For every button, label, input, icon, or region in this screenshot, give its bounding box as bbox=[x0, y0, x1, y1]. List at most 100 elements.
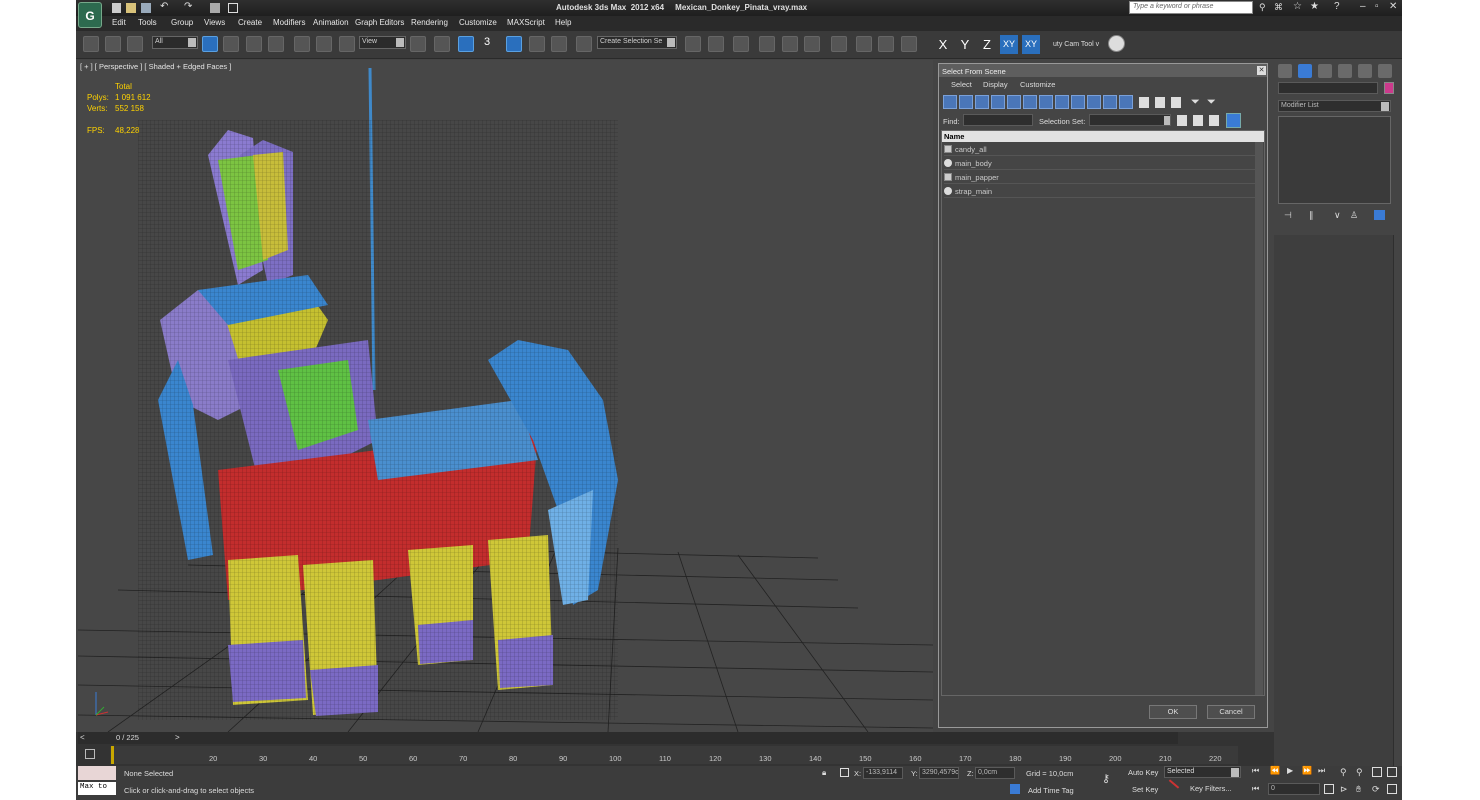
menu-group[interactable]: Group bbox=[171, 18, 193, 27]
filter-helpers-icon[interactable] bbox=[1007, 95, 1021, 109]
axis-constraint-xy[interactable]: XY bbox=[1000, 35, 1018, 54]
help-icon[interactable]: ? bbox=[1334, 1, 1340, 12]
maximize-button[interactable]: ▫ bbox=[1375, 1, 1379, 12]
z-coord-field[interactable]: 0,0cm bbox=[975, 767, 1015, 779]
modifier-stack[interactable] bbox=[1278, 116, 1391, 204]
move-icon[interactable] bbox=[294, 36, 310, 52]
select-and-link-icon[interactable] bbox=[83, 36, 99, 52]
menu-tools[interactable]: Tools bbox=[138, 18, 157, 27]
minimize-button[interactable]: – bbox=[1360, 1, 1366, 12]
subscription-icon[interactable]: ⌘ bbox=[1274, 2, 1283, 13]
select-all-icon[interactable] bbox=[1139, 97, 1149, 108]
filter-funnel-icon[interactable]: ⏷ bbox=[1191, 96, 1200, 109]
dialog-menu-customize[interactable]: Customize bbox=[1020, 80, 1055, 89]
graphite-ribbon-icon[interactable] bbox=[759, 36, 775, 52]
unlink-icon[interactable] bbox=[105, 36, 121, 52]
scale-icon[interactable] bbox=[339, 36, 355, 52]
pin-stack-icon[interactable]: ⊣ bbox=[1284, 210, 1292, 221]
time-slider-track[interactable] bbox=[78, 732, 1178, 744]
dialog-menu-display[interactable]: Display bbox=[983, 80, 1008, 89]
maximize-viewport-icon[interactable] bbox=[1387, 784, 1397, 794]
schematic-view-icon[interactable] bbox=[804, 36, 820, 52]
list-item[interactable]: strap_main bbox=[944, 185, 1256, 198]
align-icon[interactable] bbox=[708, 36, 724, 52]
key-filters-icon[interactable] bbox=[1168, 779, 1180, 789]
create-tab-icon[interactable] bbox=[1278, 64, 1292, 78]
beauty-cam-tool-label[interactable]: uty Cam Tool v bbox=[1053, 41, 1099, 48]
filter-frozen-icon[interactable] bbox=[1103, 95, 1117, 109]
axis-constraint-z[interactable]: Z bbox=[978, 35, 996, 54]
quick-access-save-icon[interactable] bbox=[141, 3, 151, 13]
spinner-snap-icon[interactable] bbox=[551, 36, 567, 52]
menu-create[interactable]: Create bbox=[238, 18, 262, 27]
previous-key-icon[interactable]: ⏪ bbox=[1270, 766, 1280, 775]
auto-key-button[interactable]: Auto Key bbox=[1128, 768, 1158, 777]
quick-access-new-icon[interactable] bbox=[112, 3, 121, 13]
maxscript-listener-mini[interactable] bbox=[78, 766, 116, 780]
list-scrollbar[interactable] bbox=[1255, 142, 1263, 695]
filter-xrefs-icon[interactable] bbox=[1055, 95, 1069, 109]
manipulate-icon[interactable] bbox=[434, 36, 450, 52]
menu-views[interactable]: Views bbox=[204, 18, 225, 27]
redo-icon[interactable]: ↷ bbox=[184, 1, 192, 12]
selection-set-dropdown[interactable] bbox=[1089, 114, 1171, 126]
show-end-result-icon[interactable]: ∥ bbox=[1309, 210, 1314, 221]
frame-counter[interactable]: 0 / 225 bbox=[116, 733, 139, 742]
mirror-icon[interactable] bbox=[685, 36, 701, 52]
project-icon[interactable] bbox=[228, 3, 238, 13]
select-children-icon[interactable] bbox=[1209, 115, 1219, 126]
bind-space-warp-icon[interactable] bbox=[127, 36, 143, 52]
axis-constraint-xy-cycle[interactable]: XY bbox=[1022, 35, 1040, 54]
axis-constraint-y[interactable]: Y bbox=[956, 35, 974, 54]
rendered-frame-window-icon[interactable] bbox=[878, 36, 894, 52]
key-filters-button[interactable]: Key Filters... bbox=[1190, 784, 1232, 793]
next-key-icon[interactable]: ⏩ bbox=[1302, 766, 1312, 775]
search-binoculars-icon[interactable]: ⚲ bbox=[1259, 2, 1266, 13]
time-configuration-icon[interactable] bbox=[1324, 784, 1334, 794]
maxscript-input[interactable]: Max to bbox=[78, 782, 116, 795]
select-invert-icon[interactable] bbox=[1171, 97, 1181, 108]
help-search-input[interactable]: Type a keyword or phrase bbox=[1129, 1, 1253, 14]
object-color-swatch[interactable] bbox=[1384, 82, 1394, 94]
object-name-field[interactable] bbox=[1278, 82, 1378, 94]
curve-editor-icon[interactable] bbox=[782, 36, 798, 52]
hold-icon[interactable] bbox=[210, 3, 220, 13]
menu-animation[interactable]: Animation bbox=[313, 18, 349, 27]
previous-frame-arrow[interactable]: < bbox=[80, 733, 85, 742]
filter-shapes-icon[interactable] bbox=[959, 95, 973, 109]
layer-manager-icon[interactable] bbox=[733, 36, 749, 52]
utilities-tab-icon[interactable] bbox=[1378, 64, 1392, 78]
remove-modifier-icon[interactable]: ♙ bbox=[1350, 210, 1358, 221]
select-none-icon[interactable] bbox=[1155, 97, 1165, 108]
absolute-mode-icon[interactable] bbox=[840, 768, 849, 777]
favorites-star-icon[interactable]: ★ bbox=[1310, 1, 1319, 12]
select-by-name-icon[interactable] bbox=[223, 36, 239, 52]
key-selection-dropdown[interactable]: Selected bbox=[1164, 766, 1241, 778]
list-item[interactable]: candy_all bbox=[944, 143, 1256, 156]
set-key-button[interactable]: Set Key bbox=[1132, 785, 1158, 794]
filter-hidden-icon[interactable] bbox=[1119, 95, 1133, 109]
filter-cameras-icon[interactable] bbox=[991, 95, 1005, 109]
filter-groups-icon[interactable] bbox=[1039, 95, 1053, 109]
make-unique-icon[interactable]: ∨ bbox=[1334, 210, 1341, 221]
named-selection-dropdown[interactable]: Create Selection Se bbox=[597, 36, 677, 49]
select-object-icon[interactable] bbox=[202, 36, 218, 52]
display-hierarchy-icon[interactable] bbox=[1226, 113, 1241, 128]
menu-help[interactable]: Help bbox=[555, 18, 571, 27]
edit-named-selection-icon[interactable] bbox=[576, 36, 592, 52]
rectangle-selection-icon[interactable] bbox=[246, 36, 262, 52]
set-key-key-icon[interactable]: ⚷ bbox=[1102, 772, 1110, 785]
zoom-icon[interactable]: ⚲ bbox=[1340, 767, 1347, 778]
snaps-toggle-label[interactable]: 3 bbox=[484, 36, 490, 48]
render-setup-icon[interactable] bbox=[856, 36, 872, 52]
x-coord-field[interactable]: -133,9114 bbox=[863, 767, 903, 779]
ok-button[interactable]: OK bbox=[1149, 705, 1197, 719]
filter-lights-icon[interactable] bbox=[975, 95, 989, 109]
key-mode-icon[interactable]: ⏮ bbox=[1252, 784, 1259, 794]
hierarchy-tab-icon[interactable] bbox=[1318, 64, 1332, 78]
render-teapot-icon[interactable] bbox=[901, 36, 917, 52]
current-frame-field[interactable]: 0 bbox=[1268, 783, 1320, 795]
pivot-center-icon[interactable] bbox=[410, 36, 426, 52]
menu-edit[interactable]: Edit bbox=[112, 18, 126, 27]
sync-selection-icon[interactable] bbox=[1177, 115, 1187, 126]
